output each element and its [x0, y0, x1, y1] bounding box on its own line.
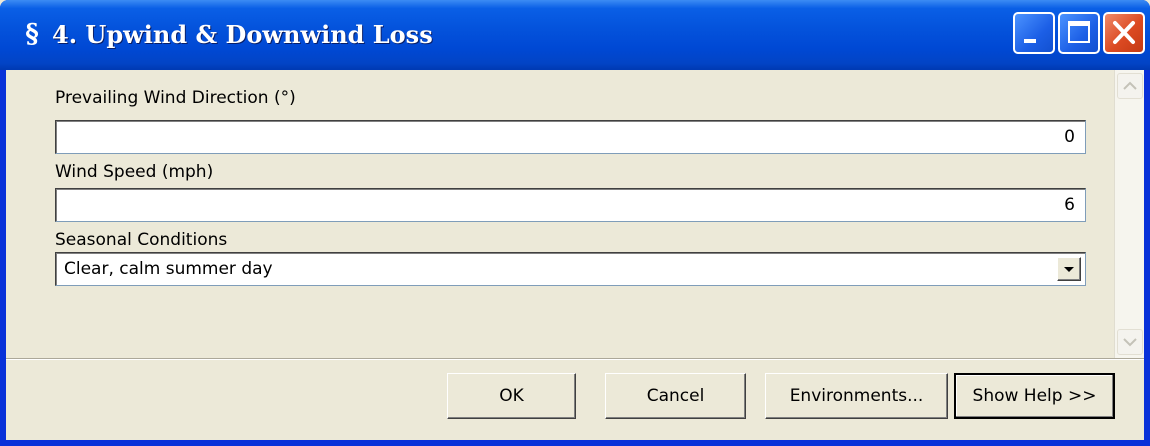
- title-bar[interactable]: § 4. Upwind & Downwind Loss: [0, 0, 1150, 70]
- minimize-button[interactable]: [1013, 12, 1055, 54]
- wind-direction-input[interactable]: 0: [55, 120, 1086, 154]
- separator-highlight: [6, 359, 1144, 360]
- close-icon: [1113, 21, 1135, 44]
- vertical-scrollbar[interactable]: [1114, 70, 1144, 358]
- scroll-up-button[interactable]: [1117, 73, 1143, 99]
- chevron-down-icon: [1123, 338, 1137, 347]
- parameters-panel: Prevailing Wind Direction (°) 0 Wind Spe…: [6, 70, 1114, 358]
- dialog-body: Prevailing Wind Direction (°) 0 Wind Spe…: [6, 70, 1144, 440]
- wind-speed-value: 6: [1064, 195, 1075, 215]
- seasonal-conditions-label: Seasonal Conditions: [55, 230, 228, 250]
- scroll-down-button[interactable]: [1117, 329, 1143, 355]
- show-help-button[interactable]: Show Help >>: [954, 373, 1115, 419]
- seasonal-conditions-value: Clear, calm summer day: [64, 259, 273, 279]
- wind-speed-input[interactable]: 6: [55, 188, 1086, 222]
- chevron-down-icon: [1064, 267, 1074, 272]
- wind-direction-label: Prevailing Wind Direction (°): [55, 88, 296, 108]
- maximize-icon: [1068, 21, 1090, 43]
- chevron-up-icon: [1123, 81, 1137, 90]
- ok-button[interactable]: OK: [447, 373, 576, 419]
- dropdown-button[interactable]: [1057, 257, 1081, 281]
- minimize-icon: [1024, 39, 1036, 43]
- window-title: 4. Upwind & Downwind Loss: [52, 20, 433, 49]
- dialog-window: § 4. Upwind & Downwind Loss Prevailing W…: [0, 0, 1150, 446]
- close-button[interactable]: [1103, 12, 1145, 54]
- cancel-button[interactable]: Cancel: [605, 373, 746, 419]
- wind-direction-value: 0: [1064, 127, 1075, 147]
- environments-button[interactable]: Environments...: [765, 373, 948, 419]
- maximize-button[interactable]: [1058, 12, 1100, 54]
- arcgis-tool-icon: §: [25, 19, 39, 49]
- seasonal-conditions-select[interactable]: Clear, calm summer day: [55, 252, 1086, 286]
- wind-speed-label: Wind Speed (mph): [55, 162, 214, 182]
